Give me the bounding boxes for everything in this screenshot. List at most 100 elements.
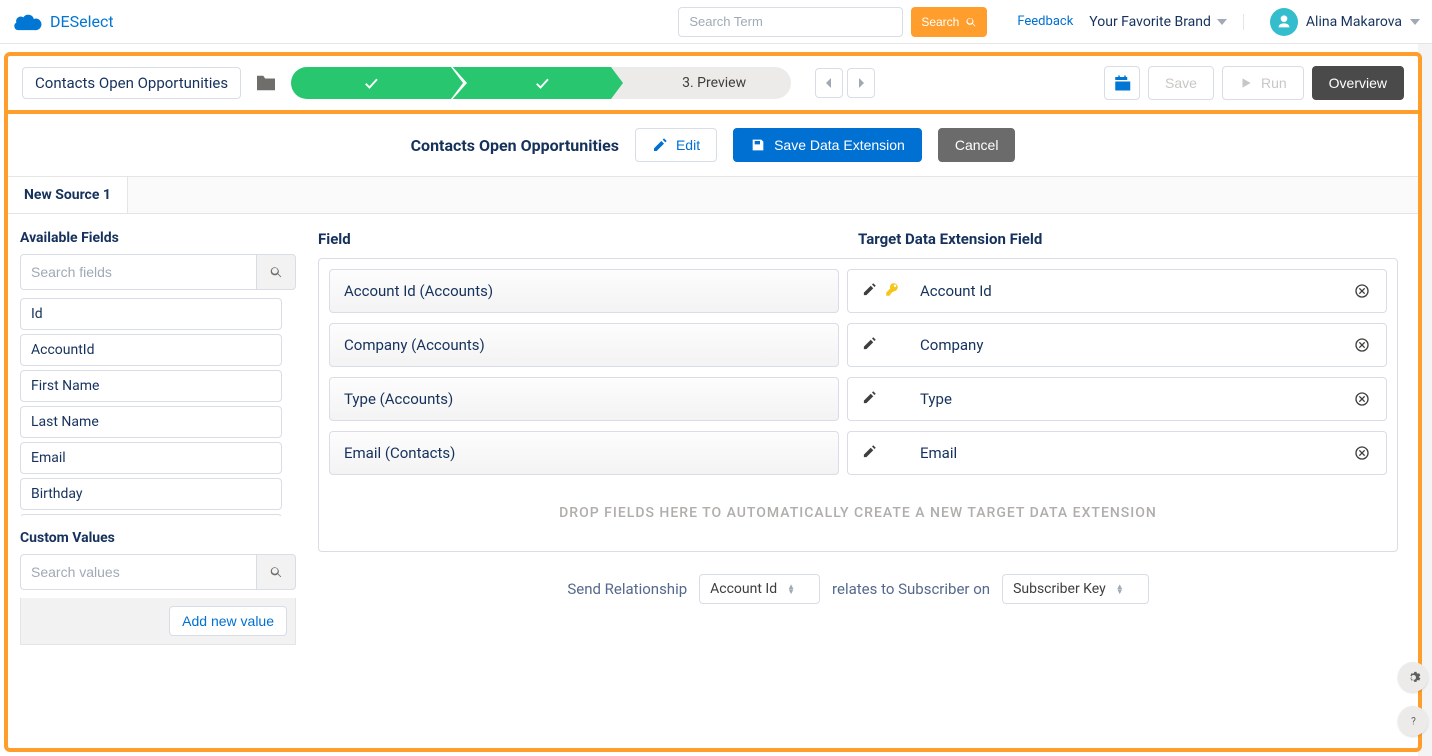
mapping-source[interactable]: Type (Accounts): [329, 377, 839, 421]
search-button[interactable]: Search: [911, 7, 987, 37]
values-search-input[interactable]: [20, 554, 256, 590]
user-name: Alina Makarova: [1306, 14, 1402, 30]
settings-fab[interactable]: [1398, 662, 1428, 692]
wizard: 3. Preview: [291, 67, 791, 99]
sort-icon: ▲▼: [787, 584, 795, 594]
mapping-source[interactable]: Account Id (Accounts): [329, 269, 839, 313]
wizard-step-3[interactable]: 3. Preview: [611, 67, 791, 99]
mapping-target: Type: [847, 377, 1387, 421]
fields-search-button[interactable]: [256, 254, 296, 290]
wizard-step-2[interactable]: [451, 67, 611, 99]
selection-name[interactable]: Contacts Open Opportunities: [22, 67, 241, 99]
field-list[interactable]: Id AccountId First Name Last Name Email Birth…: [20, 298, 296, 516]
brand-title: DESelect: [50, 12, 114, 31]
custom-values-box: Add new value: [20, 598, 296, 645]
chevron-left-icon: [824, 78, 834, 88]
sidebar: Available Fields Id AccountId First Name La…: [8, 214, 308, 748]
mapping-box[interactable]: Account Id (Accounts) Account Id Company (…: [318, 258, 1398, 552]
edit-button[interactable]: Edit: [635, 128, 717, 162]
remove-button[interactable]: [1352, 283, 1372, 299]
mapping-row: Email (Contacts) Email: [329, 431, 1387, 475]
target-field-name: Type: [920, 390, 1338, 408]
wizard-nav: [815, 68, 875, 98]
field-item[interactable]: First Name: [20, 370, 282, 402]
svg-text:?: ?: [1411, 716, 1416, 727]
content: Available Fields Id AccountId First Name La…: [8, 214, 1418, 748]
save-de-button[interactable]: Save Data Extension: [733, 128, 922, 162]
top-header: DESelect Search Feedback Your Favorite B…: [0, 0, 1432, 44]
field-item[interactable]: Email: [20, 442, 282, 474]
remove-button[interactable]: [1352, 337, 1372, 353]
sort-icon: ▲▼: [1116, 584, 1124, 594]
wizard-next-button[interactable]: [847, 68, 875, 98]
mapping-source[interactable]: Email (Contacts): [329, 431, 839, 475]
app-frame: Contacts Open Opportunities 3. Preview: [4, 52, 1422, 752]
schedule-button[interactable]: [1104, 66, 1140, 100]
cancel-button[interactable]: Cancel: [938, 128, 1016, 162]
key-icon: [885, 282, 900, 301]
search-icon: [269, 265, 283, 279]
main-area: Field Target Data Extension Field Accoun…: [308, 214, 1418, 748]
title-row: Contacts Open Opportunities Edit Save Da…: [8, 114, 1418, 177]
field-item[interactable]: Title: [20, 514, 282, 516]
rel-label-mid: relates to Subscriber on: [832, 580, 990, 598]
save-button: Save: [1148, 66, 1214, 100]
wizard-step-1[interactable]: [291, 67, 451, 99]
global-search: Search: [678, 7, 987, 37]
relationship-row: Send Relationship Account Id ▲▼ relates …: [318, 574, 1398, 604]
mapping-row: Type (Accounts) Type: [329, 377, 1387, 421]
feedback-link[interactable]: Feedback: [1017, 14, 1073, 29]
remove-button[interactable]: [1352, 391, 1372, 407]
frame-toolbar: Contacts Open Opportunities 3. Preview: [8, 56, 1418, 114]
fields-search-input[interactable]: [20, 254, 256, 290]
target-field-name: Email: [920, 444, 1338, 462]
overview-button[interactable]: Overview: [1312, 66, 1404, 100]
user-icon: [1276, 14, 1292, 30]
brand-selector[interactable]: Your Favorite Brand: [1089, 14, 1244, 30]
edit-icon: [652, 137, 668, 153]
mapping-target: Account Id: [847, 269, 1387, 313]
mapping-target: Email: [847, 431, 1387, 475]
add-value-button[interactable]: Add new value: [169, 606, 287, 636]
edit-icon[interactable]: [862, 390, 877, 409]
search-icon: [269, 565, 283, 579]
mapping-source[interactable]: Company (Accounts): [329, 323, 839, 367]
mapping-row: Company (Accounts)Company: [329, 323, 1387, 367]
edit-icon[interactable]: [862, 336, 877, 355]
col-target-label: Target Data Extension Field: [858, 230, 1398, 248]
available-fields-label: Available Fields: [20, 230, 296, 246]
wizard-prev-button[interactable]: [815, 68, 843, 98]
help-icon: ?: [1406, 714, 1421, 729]
search-icon: [965, 16, 977, 28]
field-item[interactable]: AccountId: [20, 334, 282, 366]
calendar-icon: [1113, 74, 1131, 92]
avatar: [1270, 8, 1298, 36]
field-item[interactable]: Id: [20, 298, 282, 330]
edit-icon[interactable]: [862, 282, 877, 301]
values-search-button[interactable]: [256, 554, 296, 590]
help-fab[interactable]: ?: [1398, 706, 1428, 736]
remove-button[interactable]: [1352, 445, 1372, 461]
chevron-down-icon: [1410, 17, 1420, 27]
field-item[interactable]: Birthday: [20, 478, 282, 510]
column-headers: Field Target Data Extension Field: [318, 230, 1398, 248]
edit-icon[interactable]: [862, 444, 877, 463]
col-field-label: Field: [318, 230, 858, 248]
rel-select-field[interactable]: Account Id ▲▼: [699, 574, 820, 604]
save-icon: [750, 137, 766, 153]
check-icon: [362, 74, 380, 92]
target-field-name: Account Id: [920, 282, 1338, 300]
drop-hint: DROP FIELDS HERE TO AUTOMATICALLY CREATE…: [329, 505, 1387, 521]
mapping-target: Company: [847, 323, 1387, 367]
source-tabs: New Source 1: [8, 177, 1418, 214]
search-input[interactable]: [678, 7, 903, 37]
page-title: Contacts Open Opportunities: [411, 136, 619, 155]
check-icon: [533, 74, 551, 92]
user-menu[interactable]: Alina Makarova: [1270, 8, 1420, 36]
field-item[interactable]: Last Name: [20, 406, 282, 438]
rel-select-subscriber[interactable]: Subscriber Key ▲▼: [1002, 574, 1149, 604]
salesforce-cloud-icon: [14, 12, 42, 32]
tab-new-source-1[interactable]: New Source 1: [8, 177, 128, 213]
folder-icon[interactable]: [255, 74, 277, 92]
mapping-row: Account Id (Accounts) Account Id: [329, 269, 1387, 313]
